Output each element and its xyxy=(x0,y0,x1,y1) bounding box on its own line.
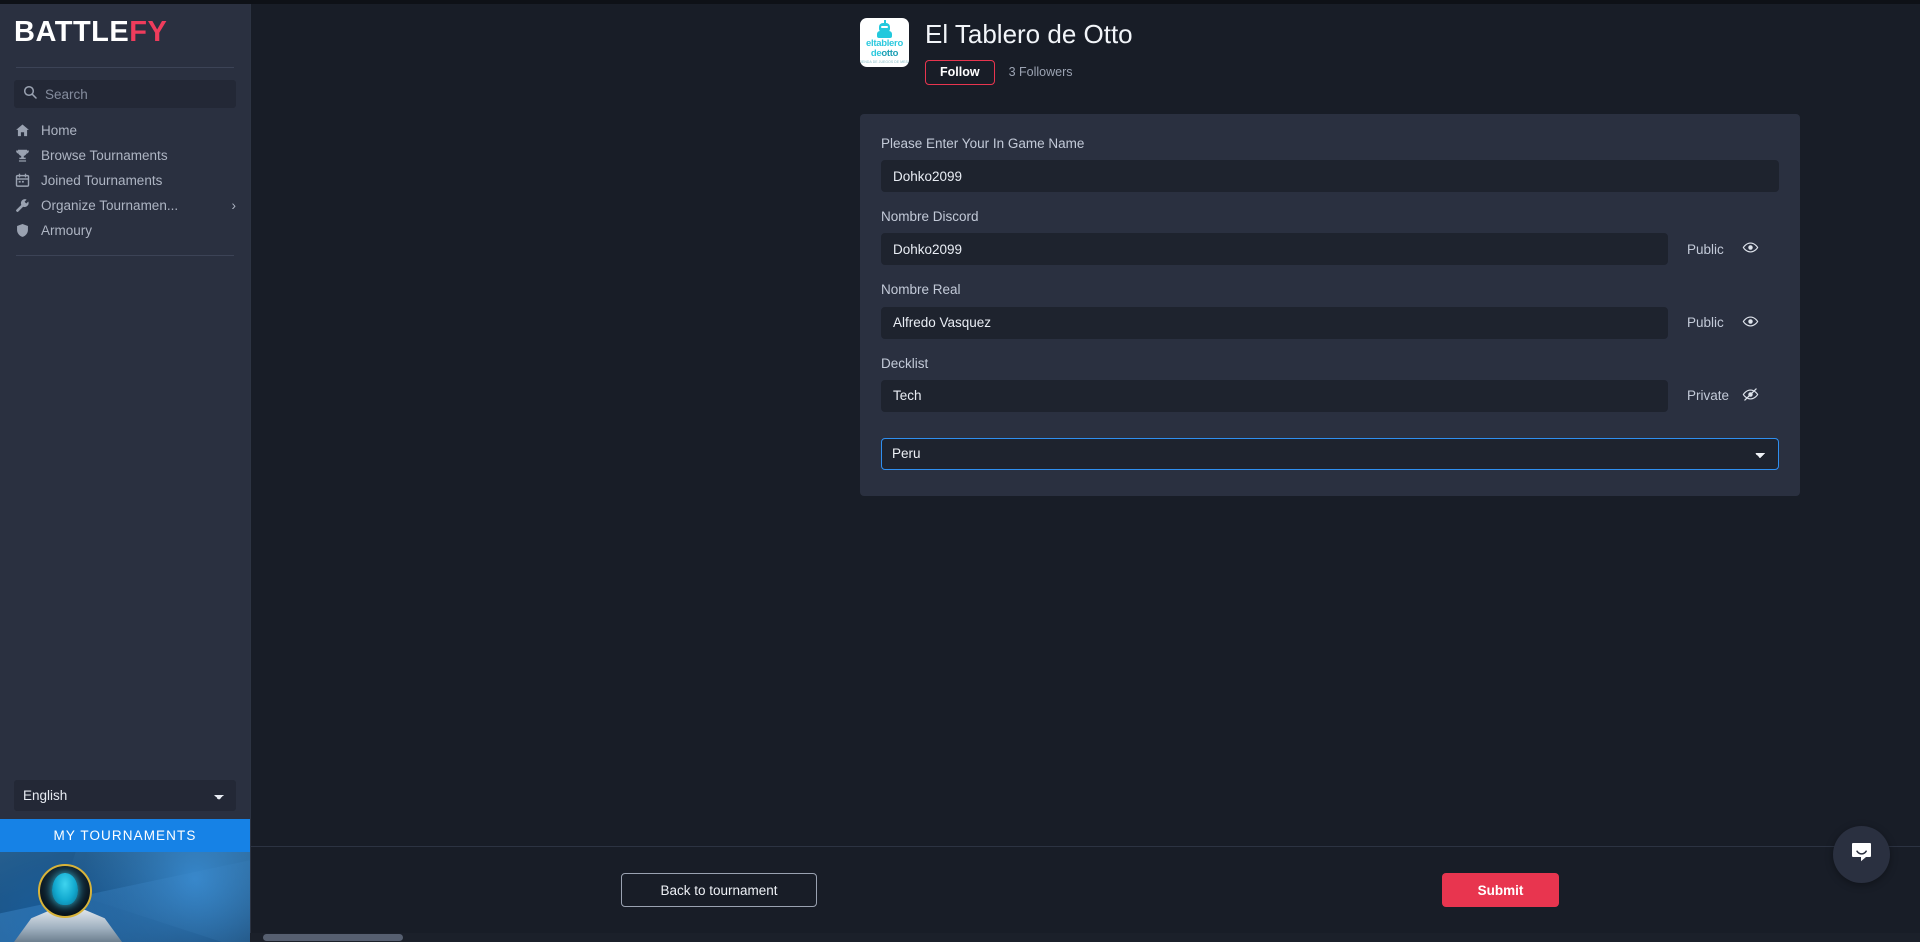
visibility-label: Public xyxy=(1687,315,1724,331)
field-in-game-name: Please Enter Your In Game Name xyxy=(881,136,1779,193)
sidebar-item-armoury[interactable]: Armoury xyxy=(0,218,250,243)
visibility-label: Private xyxy=(1687,388,1730,404)
horizontal-scrollbar[interactable] xyxy=(250,933,1920,942)
in-game-name-input[interactable] xyxy=(881,160,1779,193)
search-box[interactable] xyxy=(14,80,236,108)
brand-part-one: BATTLE xyxy=(14,16,130,48)
main-content: eltablero deotto TIENDA DE JUEGOS DE MES… xyxy=(250,0,1920,942)
registration-form-card: Please Enter Your In Game Name Nombre Di… xyxy=(860,114,1800,496)
brand-part-two: FY xyxy=(129,16,168,48)
avatar-face xyxy=(52,873,78,905)
visibility-toggle-discord[interactable] xyxy=(1742,239,1759,259)
follow-button[interactable]: Follow xyxy=(925,59,995,85)
page-title: El Tablero de Otto xyxy=(925,19,1133,49)
nombre-discord-input[interactable] xyxy=(881,233,1668,266)
home-icon xyxy=(14,123,30,139)
field-nombre-real: Nombre Real Public xyxy=(881,282,1779,339)
language-selector-wrap: English xyxy=(0,780,250,819)
sidebar-item-browse-tournaments[interactable]: Browse Tournaments xyxy=(0,143,250,168)
logo-otto: otto xyxy=(881,47,899,59)
tournament-logo: eltablero deotto TIENDA DE JUEGOS DE MES… xyxy=(860,18,909,67)
tournament-meta: El Tablero de Otto Follow 3 Followers xyxy=(925,18,1133,85)
visibility-toggle-nombre-real[interactable] xyxy=(1742,313,1759,333)
field-row: Public xyxy=(881,233,1779,266)
logo-de: de xyxy=(870,47,882,59)
eye-off-icon xyxy=(1742,386,1759,406)
logo-line-two: deotto xyxy=(870,47,899,59)
visibility-label: Public xyxy=(1687,241,1724,257)
avatar xyxy=(38,864,92,918)
field-row xyxy=(881,160,1779,193)
eye-icon xyxy=(1742,239,1759,259)
featured-game-banner[interactable] xyxy=(0,852,250,942)
brand-divider xyxy=(16,67,234,68)
nombre-real-input[interactable] xyxy=(881,306,1668,339)
language-select[interactable]: English xyxy=(14,780,236,811)
eye-icon xyxy=(1742,313,1759,333)
chat-smile-icon xyxy=(1849,839,1875,870)
sidebar-item-label: Organize Tournamen... xyxy=(41,198,179,213)
field-label: Decklist xyxy=(881,355,929,371)
submit-button[interactable]: Submit xyxy=(1442,873,1559,907)
search-icon xyxy=(23,85,37,104)
sidebar-item-organize-tournaments[interactable]: Organize Tournamen... › xyxy=(0,193,250,218)
country-select[interactable]: Peru xyxy=(881,437,1779,470)
field-decklist: Decklist Private xyxy=(881,356,1779,412)
sidebar-nav: Home Browse Tournaments Joined Tournamen… xyxy=(0,118,250,256)
sidebar-item-home[interactable]: Home xyxy=(0,118,250,143)
sidebar-item-label: Home xyxy=(41,123,78,138)
field-nombre-discord: Nombre Discord Public xyxy=(881,209,1779,266)
back-to-tournament-button[interactable]: Back to tournament xyxy=(621,873,817,907)
form-footer: Back to tournament Submit xyxy=(251,846,1920,942)
logo-tagline: TIENDA DE JUEGOS DE MESA xyxy=(860,60,909,65)
field-label: Please Enter Your In Game Name xyxy=(881,136,1085,151)
robot-mascot-icon xyxy=(876,20,893,38)
calendar-icon xyxy=(14,173,30,189)
followers-count: 3 Followers xyxy=(1008,65,1073,80)
sidebar-item-label: Browse Tournaments xyxy=(41,148,168,163)
visibility-toggle-decklist[interactable] xyxy=(1742,386,1759,406)
sidebar: BATTLEFY Home xyxy=(0,0,250,942)
sidebar-item-joined-tournaments[interactable]: Joined Tournaments xyxy=(0,168,250,193)
chevron-right-icon: › xyxy=(231,198,237,213)
battlefy-logo[interactable]: BATTLEFY xyxy=(0,0,250,61)
chat-widget-button[interactable] xyxy=(1833,826,1890,883)
field-country: Peru xyxy=(881,437,1779,470)
tournament-header: eltablero deotto TIENDA DE JUEGOS DE MES… xyxy=(860,18,1133,85)
tournament-subheader: Follow 3 Followers xyxy=(925,59,1133,85)
field-row: Public xyxy=(881,306,1779,339)
wrench-icon xyxy=(14,198,30,214)
field-row: Private xyxy=(881,379,1779,412)
my-tournaments-button[interactable]: MY TOURNAMENTS xyxy=(0,819,250,852)
browser-top-edge xyxy=(0,0,1920,4)
horizontal-scrollbar-thumb[interactable] xyxy=(263,934,403,941)
shield-icon xyxy=(14,223,30,239)
sidebar-item-label: Joined Tournaments xyxy=(41,173,163,188)
trophy-icon xyxy=(14,148,30,164)
content-area: eltablero deotto TIENDA DE JUEGOS DE MES… xyxy=(251,0,1920,846)
app-root: BATTLEFY Home xyxy=(0,0,1920,942)
field-label: Nombre Real xyxy=(881,282,961,298)
field-label: Nombre Discord xyxy=(881,209,979,225)
search-input[interactable] xyxy=(45,86,227,102)
decklist-input[interactable] xyxy=(881,379,1668,412)
sidebar-item-label: Armoury xyxy=(41,223,93,238)
robot-body xyxy=(877,31,892,38)
